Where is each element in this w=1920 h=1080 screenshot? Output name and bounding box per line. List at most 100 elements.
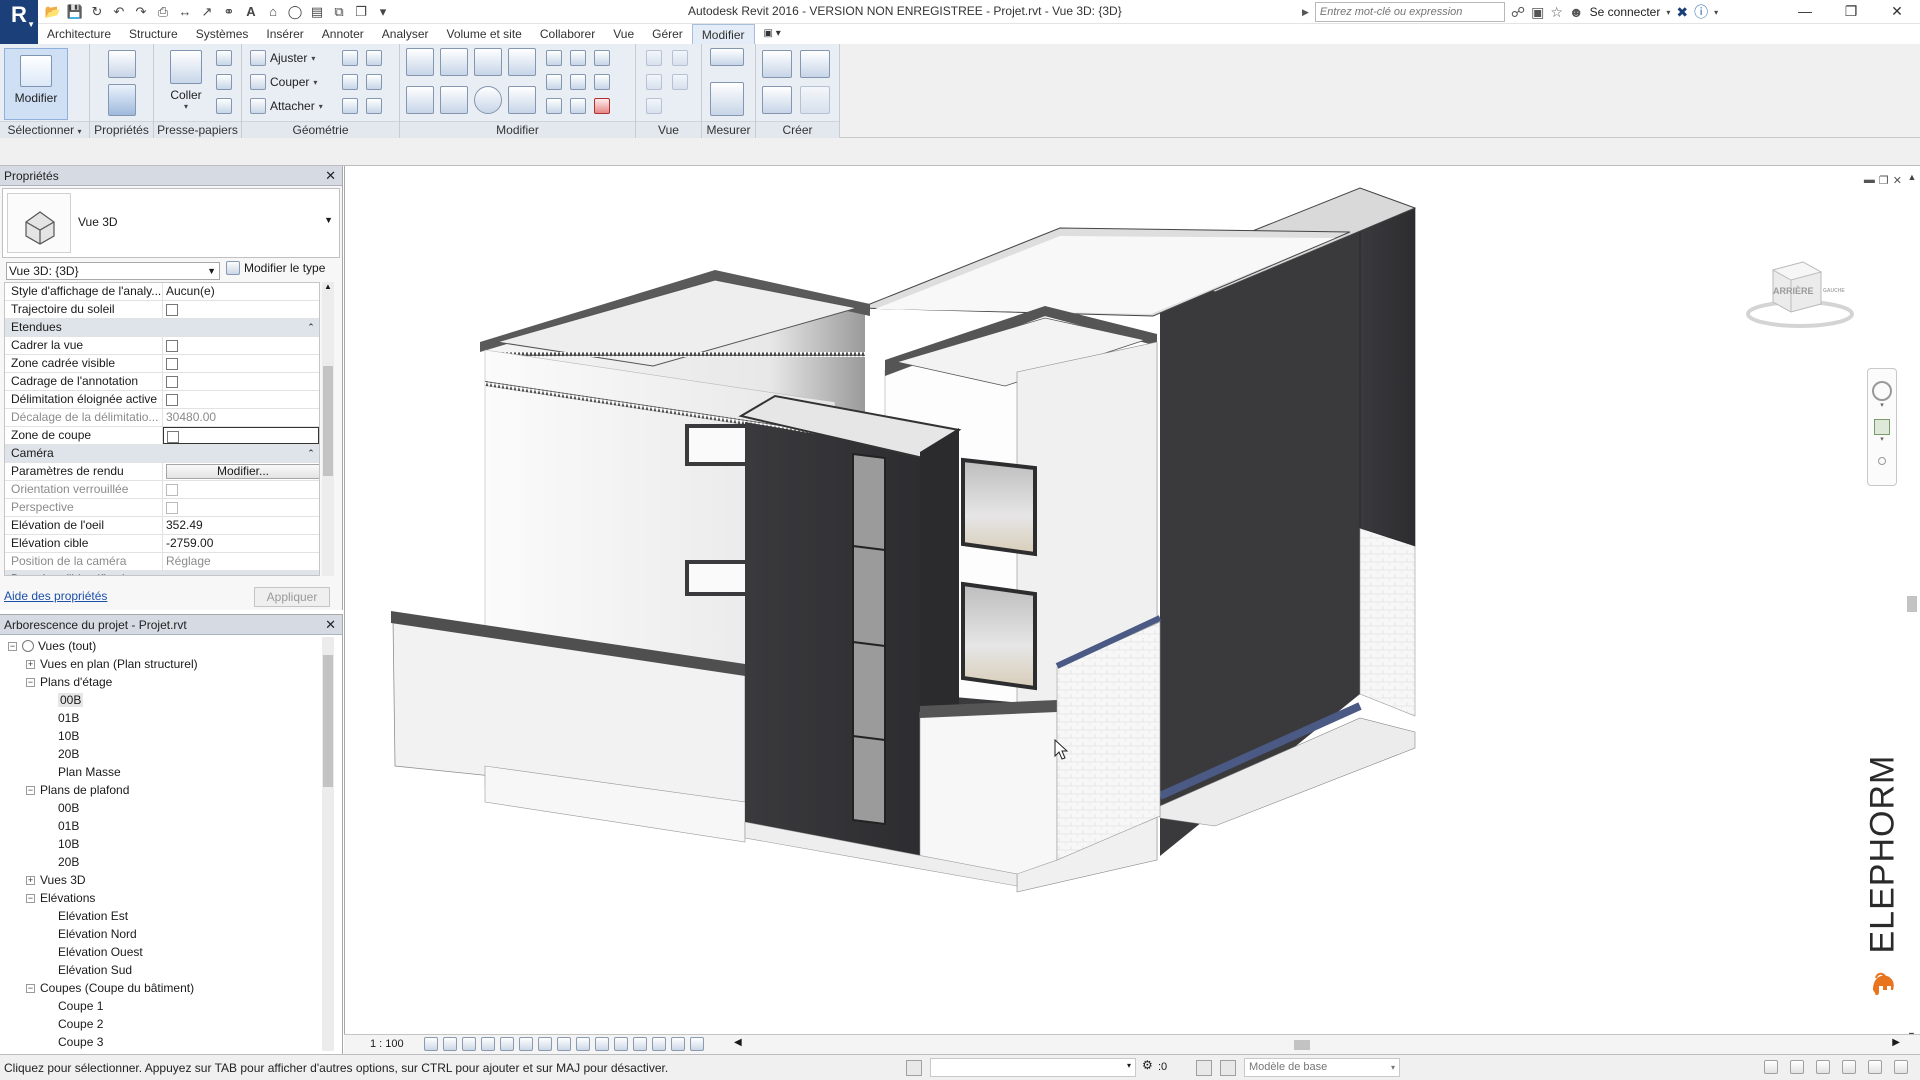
- shadows-icon[interactable]: [481, 1037, 495, 1051]
- unlocked-3d-view-icon[interactable]: [557, 1037, 571, 1051]
- property-checkbox[interactable]: [166, 376, 178, 388]
- tree-item[interactable]: Elévation Est: [2, 907, 318, 925]
- tree-item[interactable]: Plan Masse: [2, 763, 318, 781]
- redo-icon[interactable]: ↷: [132, 3, 150, 21]
- navbar-options-icon[interactable]: [1878, 457, 1886, 465]
- paste-button[interactable]: Coller ▾: [164, 50, 208, 111]
- tab-collaborate[interactable]: Collaborer: [531, 24, 604, 44]
- tree-item[interactable]: 10B: [2, 835, 318, 853]
- tab-structure[interactable]: Structure: [120, 24, 187, 44]
- measure-distance-icon[interactable]: [710, 48, 744, 66]
- trim-extend-icon[interactable]: [508, 86, 536, 114]
- worksets-icon[interactable]: [906, 1060, 922, 1076]
- crop-view-icon[interactable]: [519, 1037, 533, 1051]
- property-value[interactable]: [163, 355, 319, 372]
- linework-icon[interactable]: [646, 74, 662, 90]
- tree-item[interactable]: 00B: [2, 691, 318, 709]
- tree-item[interactable]: Elévation Sud: [2, 961, 318, 979]
- tab-systems[interactable]: Systèmes: [187, 24, 258, 44]
- property-value[interactable]: [163, 427, 319, 444]
- filter-icon[interactable]: [1894, 1060, 1908, 1074]
- property-value[interactable]: [163, 301, 319, 318]
- hide-element-icon[interactable]: [646, 50, 662, 66]
- view-scale[interactable]: 1 : 100: [370, 1038, 404, 1050]
- property-value[interactable]: [163, 337, 319, 354]
- text-icon[interactable]: A: [242, 3, 260, 21]
- move-icon[interactable]: [406, 86, 434, 114]
- customize-qat-icon[interactable]: ▾: [374, 3, 392, 21]
- tree-item[interactable]: Elévation Ouest: [2, 943, 318, 961]
- property-value[interactable]: [163, 373, 319, 390]
- scroll-up-icon[interactable]: ▲: [1905, 172, 1919, 182]
- drag-on-selection-icon[interactable]: [1868, 1060, 1882, 1074]
- wheel-chevron-icon[interactable]: ▾: [1868, 401, 1896, 409]
- trim-button[interactable]: Ajuster ▾: [250, 50, 315, 66]
- array-icon[interactable]: [546, 74, 562, 90]
- help-chevron-icon[interactable]: ▾: [1714, 8, 1718, 17]
- tree-item[interactable]: − Plans de plafond: [2, 781, 318, 799]
- tab-annotate[interactable]: Annoter: [313, 24, 373, 44]
- minimize-button[interactable]: —: [1782, 0, 1828, 24]
- project-browser-header[interactable]: Arborescence du projet - Projet.rvt ✕: [0, 615, 342, 635]
- building-3d-model[interactable]: [345, 166, 1905, 1034]
- collapse-icon[interactable]: −: [8, 642, 17, 651]
- design-option-select[interactable]: Modèle de base ▾: [1244, 1058, 1400, 1077]
- render-icon[interactable]: [500, 1037, 514, 1051]
- show-crop-icon[interactable]: [538, 1037, 552, 1051]
- copy-element-icon[interactable]: [440, 86, 468, 114]
- viewcube-left-face[interactable]: GAUCHE: [1823, 288, 1845, 294]
- expand-icon[interactable]: +: [26, 876, 35, 885]
- tree-item[interactable]: + Vues 3D: [2, 871, 318, 889]
- collapse-chevron-icon[interactable]: ⌃: [303, 319, 319, 336]
- create-similar-icon[interactable]: [800, 86, 830, 114]
- split-face-icon[interactable]: [366, 50, 382, 66]
- collapse-icon[interactable]: −: [26, 894, 35, 903]
- steering-wheel-icon[interactable]: [1872, 381, 1892, 401]
- ribbon-display-toggle[interactable]: ▣ ▾: [755, 24, 790, 44]
- property-checkbox[interactable]: [166, 394, 178, 406]
- maximize-button[interactable]: ❐: [1828, 0, 1874, 24]
- select-links-icon[interactable]: [1764, 1060, 1778, 1074]
- thin-lines-icon[interactable]: ▤: [308, 3, 326, 21]
- analytical-model-icon[interactable]: [652, 1037, 666, 1051]
- browser-scrollbar[interactable]: [322, 637, 334, 1051]
- property-value[interactable]: [163, 391, 319, 408]
- scroll-left-icon[interactable]: ◀: [734, 1037, 742, 1048]
- worksharing-display-icon[interactable]: [614, 1037, 628, 1051]
- tree-item[interactable]: 01B: [2, 817, 318, 835]
- split-gap-icon[interactable]: [570, 50, 586, 66]
- scrollbar-thumb[interactable]: [1907, 596, 1917, 612]
- aligned-dimension-icon[interactable]: [710, 82, 744, 116]
- property-value[interactable]: -2759.00: [163, 535, 319, 552]
- collapse-chevron-icon[interactable]: ⌃: [303, 445, 319, 462]
- save-icon[interactable]: 💾: [66, 3, 84, 21]
- property-group-header[interactable]: Données d'identification⌃: [5, 571, 319, 575]
- expand-search-icon[interactable]: ▶: [1302, 7, 1309, 18]
- temporary-view-properties-icon[interactable]: [633, 1037, 647, 1051]
- help-icon[interactable]: ⓘ: [1694, 2, 1708, 22]
- collapse-icon[interactable]: −: [26, 984, 35, 993]
- sync-icon[interactable]: ↻: [88, 3, 106, 21]
- property-checkbox[interactable]: [166, 358, 178, 370]
- search-input[interactable]: [1314, 2, 1505, 22]
- favorites-star-icon[interactable]: ☆: [1550, 4, 1563, 21]
- edit-render-settings-button[interactable]: Modifier...: [166, 464, 319, 479]
- measure-icon[interactable]: ↔: [176, 3, 194, 21]
- highlight-displacement-icon[interactable]: [671, 1037, 685, 1051]
- select-pinned-icon[interactable]: [672, 74, 688, 90]
- close-hidden-icon[interactable]: ⧉: [330, 3, 348, 21]
- cut-icon[interactable]: [216, 50, 232, 66]
- type-selector[interactable]: Vue 3D ▼: [2, 188, 340, 258]
- workset-select[interactable]: ▾: [930, 1058, 1136, 1077]
- property-value[interactable]: 352.49: [163, 517, 319, 534]
- collapse-icon[interactable]: −: [26, 678, 35, 687]
- expand-icon[interactable]: +: [26, 660, 35, 669]
- instance-filter-select[interactable]: Vue 3D: {3D} ▼: [6, 262, 220, 280]
- tree-item[interactable]: 00B: [2, 799, 318, 817]
- tab-modify[interactable]: Modifier: [691, 24, 755, 44]
- offset-icon[interactable]: [440, 48, 468, 76]
- open-icon[interactable]: 📂: [44, 3, 62, 21]
- tree-item[interactable]: 01B: [2, 709, 318, 727]
- chevron-down-icon[interactable]: ▾: [1666, 8, 1670, 17]
- mirror-axis-icon[interactable]: [474, 48, 502, 76]
